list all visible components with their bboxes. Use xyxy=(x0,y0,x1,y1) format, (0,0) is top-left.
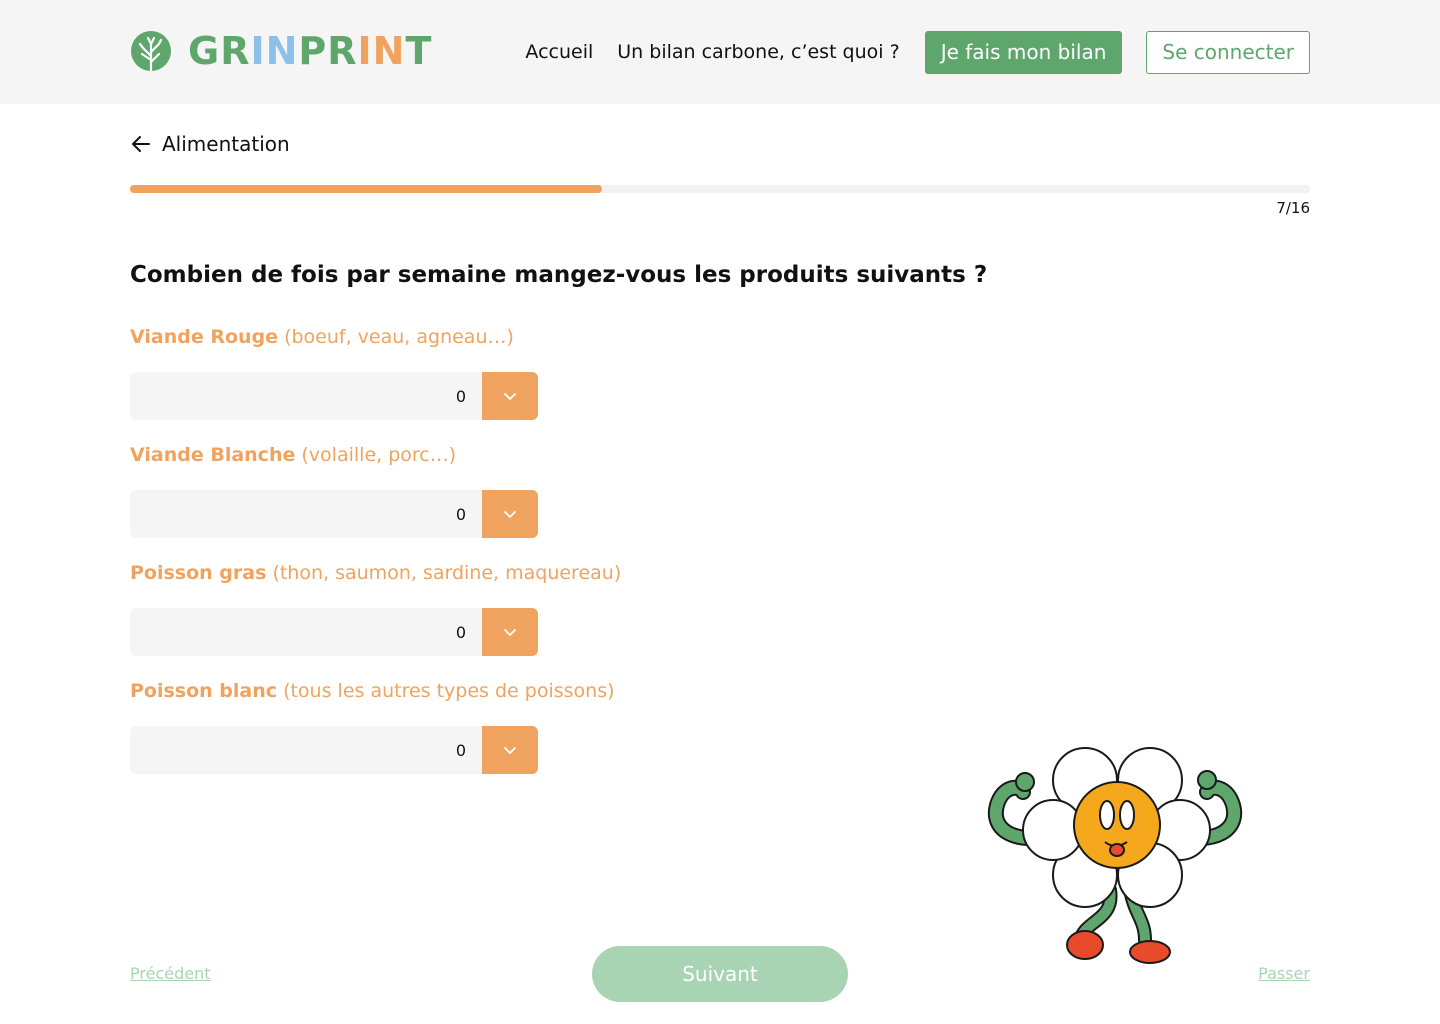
progress-bar xyxy=(130,185,1310,193)
brand-part-1: GR xyxy=(188,29,251,73)
nav-home-link[interactable]: Accueil xyxy=(525,41,593,63)
field-white-fish: Poisson blanc (tous les autres types de … xyxy=(130,680,730,774)
quantity-select[interactable]: 0 xyxy=(130,372,538,420)
flower-mascot-illustration xyxy=(987,747,1243,964)
field-white-meat: Viande Blanche (volaille, porc…) 0 xyxy=(130,444,730,538)
field-red-meat: Viande Rouge (boeuf, veau, agneau…) 0 xyxy=(130,326,730,420)
brand-part-5: T xyxy=(405,29,433,73)
brand-name: GRINPRINT xyxy=(188,30,432,72)
question-title: Combien de fois par semaine mangez-vous … xyxy=(130,262,988,288)
field-name: Viande Blanche xyxy=(130,444,296,466)
brand-logo[interactable]: GRINPRINT xyxy=(130,30,432,72)
brand-part-3: PR xyxy=(298,29,358,73)
progress-counter: 7/16 xyxy=(1276,199,1310,217)
quantity-select[interactable]: 0 xyxy=(130,726,538,774)
field-label: Poisson gras (thon, saumon, sardine, maq… xyxy=(130,562,730,584)
chevron-down-icon xyxy=(504,511,516,518)
field-hint: (volaille, porc…) xyxy=(295,444,457,466)
brand-part-4: IN xyxy=(357,29,406,73)
brand-part-2: IN xyxy=(250,29,299,73)
select-value[interactable]: 0 xyxy=(130,608,482,656)
field-label: Viande Blanche (volaille, porc…) xyxy=(130,444,730,466)
login-button[interactable]: Se connecter xyxy=(1146,30,1310,74)
field-hint: (tous les autres types de poissons) xyxy=(277,680,615,702)
nav-about-link[interactable]: Un bilan carbone, c’est quoi ? xyxy=(617,41,899,63)
dropdown-toggle[interactable] xyxy=(482,490,538,538)
main-nav: Accueil Un bilan carbone, c’est quoi ? J… xyxy=(525,30,1310,74)
chevron-down-icon xyxy=(504,747,516,754)
chevron-down-icon xyxy=(504,393,516,400)
field-label: Viande Rouge (boeuf, veau, agneau…) xyxy=(130,326,730,348)
section-title: Alimentation xyxy=(162,132,290,156)
select-value[interactable]: 0 xyxy=(130,726,482,774)
next-button[interactable]: Suivant xyxy=(592,946,848,1002)
field-hint: (thon, saumon, sardine, maquereau) xyxy=(266,562,622,584)
previous-link[interactable]: Précédent xyxy=(130,964,211,983)
quantity-select[interactable]: 0 xyxy=(130,490,538,538)
field-name: Poisson blanc xyxy=(130,680,278,702)
field-label: Poisson blanc (tous les autres types de … xyxy=(130,680,730,702)
field-name: Poisson gras xyxy=(130,562,267,584)
site-header: GRINPRINT Accueil Un bilan carbone, c’es… xyxy=(0,0,1440,104)
progress-fill xyxy=(130,185,602,193)
arrow-left-icon xyxy=(132,136,150,152)
dropdown-toggle[interactable] xyxy=(482,608,538,656)
dropdown-toggle[interactable] xyxy=(482,726,538,774)
skip-link[interactable]: Passer xyxy=(1258,964,1310,983)
field-name: Viande Rouge xyxy=(130,326,279,348)
select-value[interactable]: 0 xyxy=(130,372,482,420)
tree-logo-icon xyxy=(131,31,171,72)
select-value[interactable]: 0 xyxy=(130,490,482,538)
start-assessment-button[interactable]: Je fais mon bilan xyxy=(924,30,1123,74)
quantity-select[interactable]: 0 xyxy=(130,608,538,656)
chevron-down-icon xyxy=(504,629,516,636)
field-fatty-fish: Poisson gras (thon, saumon, sardine, maq… xyxy=(130,562,730,656)
back-link[interactable]: Alimentation xyxy=(130,130,290,158)
dropdown-toggle[interactable] xyxy=(482,372,538,420)
field-hint: (boeuf, veau, agneau…) xyxy=(278,326,514,348)
